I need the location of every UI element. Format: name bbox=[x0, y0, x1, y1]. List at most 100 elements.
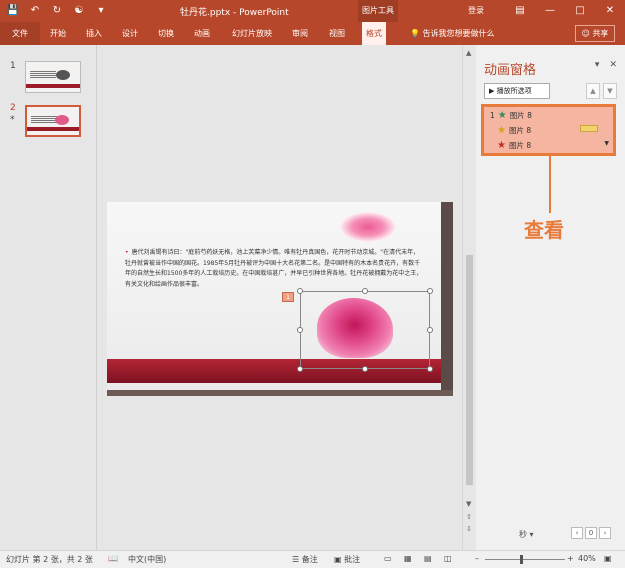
status-bar: 幻灯片 第 2 张，共 2 张 📖 中文(中国) ☰ 备注 ▣ 批注 ▭ ▦ ▤… bbox=[0, 550, 625, 568]
thumbnail-pane: 1 2 * bbox=[0, 45, 97, 550]
scroll-up-icon[interactable]: ▲ bbox=[466, 49, 471, 57]
scroll-left-icon[interactable]: ‹ bbox=[571, 527, 583, 539]
repeat-icon[interactable]: ☯ bbox=[72, 4, 86, 18]
animation-item[interactable]: ★ 图片 8 bbox=[497, 125, 531, 136]
undo-icon[interactable]: ↶ bbox=[28, 4, 42, 18]
zoom-in-icon[interactable]: + bbox=[567, 554, 574, 563]
tab-slideshow[interactable]: 幻灯片放映 bbox=[228, 22, 276, 45]
play-selected-button[interactable]: ▶ 播放所选项 bbox=[484, 83, 550, 99]
slide-body-text[interactable]: • 唐代刘禹锡有诗曰："庭前芍药妖无格，池上芙蕖净少情。唯有牡丹真国色，花开时节动… bbox=[125, 248, 425, 290]
resize-handle[interactable] bbox=[297, 327, 303, 333]
move-down-icon[interactable]: ▼ bbox=[603, 83, 617, 99]
slide-canvas: • 唐代刘禹锡有诗曰："庭前芍药妖无格，池上芙蕖净少情。唯有牡丹真国色，花开时节动… bbox=[97, 45, 462, 550]
customize-icon[interactable]: ▾ bbox=[94, 4, 108, 18]
lightbulb-icon: 💡 bbox=[410, 29, 423, 38]
notes-icon: ☰ bbox=[292, 555, 302, 564]
emphasis-star-icon: ★ bbox=[497, 125, 506, 136]
pane-options-icon[interactable]: ▾ bbox=[595, 60, 600, 70]
reorder-buttons: ▲ ▼ bbox=[586, 83, 617, 99]
scroll-down-icon[interactable]: ▼ bbox=[466, 500, 471, 508]
play-icon: ▶ bbox=[489, 87, 497, 95]
zoom-slider[interactable] bbox=[485, 559, 565, 560]
body-text: 唐代刘禹锡有诗曰："庭前芍药妖无格，池上芙蕖净少情。唯有牡丹真国色，花开时节动京… bbox=[125, 249, 423, 288]
tab-design[interactable]: 设计 bbox=[118, 22, 142, 45]
tab-format[interactable]: 格式 bbox=[362, 22, 386, 45]
zoom-slider-knob[interactable] bbox=[520, 555, 523, 564]
seconds-label: 秒 bbox=[519, 530, 527, 539]
tab-file[interactable]: 文件 bbox=[0, 22, 40, 45]
close-icon[interactable]: ✕ bbox=[595, 0, 625, 22]
thumbnail-band bbox=[27, 127, 79, 131]
bullet: • bbox=[125, 249, 129, 256]
fit-slide-icon[interactable]: ▣ bbox=[604, 554, 612, 563]
minimize-icon[interactable]: — bbox=[535, 0, 565, 22]
pane-close-icon[interactable]: ✕ bbox=[609, 60, 617, 70]
tab-view[interactable]: 视图 bbox=[325, 22, 349, 45]
quick-access-toolbar: 💾 ↶ ↻ ☯ ▾ bbox=[6, 4, 108, 18]
resize-handle[interactable] bbox=[427, 366, 433, 372]
zoom-out-icon[interactable]: – bbox=[475, 554, 479, 563]
move-up-icon[interactable]: ▲ bbox=[586, 83, 600, 99]
timeline-zero[interactable]: 0 bbox=[585, 527, 597, 539]
resize-handle[interactable] bbox=[297, 288, 303, 294]
spellcheck-icon[interactable]: 📖 bbox=[108, 554, 118, 563]
animation-item[interactable]: 1 ★ 图片 8 bbox=[490, 110, 532, 121]
thumbnail-text bbox=[31, 116, 57, 124]
entrance-star-icon: ★ bbox=[497, 110, 507, 121]
comments-button[interactable]: ▣ 批注 bbox=[334, 554, 360, 565]
scroll-right-icon[interactable]: › bbox=[599, 527, 611, 539]
slide-sorter-icon[interactable]: ▦ bbox=[404, 554, 412, 563]
ribbon-tabs: 文件 开始 插入 设计 切换 动画 幻灯片放映 审阅 视图 格式 💡 告诉我您想… bbox=[0, 22, 625, 45]
resize-handle[interactable] bbox=[427, 327, 433, 333]
resize-handle[interactable] bbox=[427, 288, 433, 294]
tell-me-input[interactable]: 💡 告诉我您想要做什么 bbox=[410, 22, 495, 45]
normal-view-icon[interactable]: ▭ bbox=[384, 554, 392, 563]
zoom-level[interactable]: 40% bbox=[578, 554, 596, 563]
pane-footer: 秒 ▾ ‹ 0 › bbox=[476, 521, 625, 550]
workspace: 1 2 * • 唐代刘禹锡有诗曰："庭前芍药妖无格，池上芙蕖净少情。唯有牡丹真国色… bbox=[0, 45, 625, 550]
resize-handle[interactable] bbox=[297, 366, 303, 372]
share-button[interactable]: ☺ 共享 bbox=[575, 25, 615, 42]
restore-ribbon-icon[interactable]: ▤ bbox=[505, 0, 535, 22]
animation-label: 图片 8 bbox=[508, 126, 532, 135]
notes-label: 备注 bbox=[301, 555, 318, 564]
notes-button[interactable]: ☰ 备注 bbox=[292, 554, 318, 565]
tab-review[interactable]: 审阅 bbox=[288, 22, 312, 45]
window-controls: ▤ — □ ✕ bbox=[505, 0, 625, 22]
timing-bar[interactable] bbox=[580, 125, 598, 132]
order-number: 1 bbox=[490, 111, 495, 120]
reading-view-icon[interactable]: ▤ bbox=[424, 554, 432, 563]
play-label: 播放所选项 bbox=[496, 87, 532, 95]
animation-order-tag[interactable]: 1 bbox=[282, 292, 294, 302]
pane-controls: ▾ ✕ bbox=[595, 60, 617, 70]
resize-handle[interactable] bbox=[362, 288, 368, 294]
tab-animations[interactable]: 动画 bbox=[190, 22, 214, 45]
slide-thumbnail-2[interactable] bbox=[25, 105, 81, 137]
login-link[interactable]: 登录 bbox=[468, 5, 484, 16]
scrollbar-thumb[interactable] bbox=[466, 255, 473, 485]
redo-icon[interactable]: ↻ bbox=[50, 4, 64, 18]
tell-me-label: 告诉我您想要做什么 bbox=[422, 29, 495, 38]
slide-thumbnail-1[interactable] bbox=[25, 61, 81, 93]
slide[interactable]: • 唐代刘禹锡有诗曰："庭前芍药妖无格，池上芙蕖净少情。唯有牡丹真国色，花开时节动… bbox=[107, 202, 453, 396]
tab-home[interactable]: 开始 bbox=[46, 22, 70, 45]
maximize-icon[interactable]: □ bbox=[565, 0, 595, 22]
item-dropdown-icon[interactable]: ▼ bbox=[604, 140, 609, 147]
thumbnail-number: 2 bbox=[10, 103, 16, 113]
language-status[interactable]: 中文(中国) bbox=[128, 554, 166, 565]
next-slide-icon[interactable]: ⇩ bbox=[466, 525, 472, 533]
animation-item[interactable]: ★ 图片 8 bbox=[497, 140, 531, 151]
tab-insert[interactable]: 插入 bbox=[82, 22, 106, 45]
resize-handle[interactable] bbox=[362, 366, 368, 372]
slideshow-view-icon[interactable]: ◫ bbox=[444, 554, 452, 563]
slide-bottom-decoration bbox=[107, 390, 453, 396]
peony-small-image[interactable] bbox=[340, 212, 396, 242]
animation-label: 图片 8 bbox=[508, 141, 532, 150]
seconds-dropdown[interactable]: 秒 ▾ bbox=[519, 529, 534, 540]
slide-counter: 幻灯片 第 2 张，共 2 张 bbox=[6, 555, 93, 564]
save-icon[interactable]: 💾 bbox=[6, 4, 20, 18]
tab-transitions[interactable]: 切换 bbox=[154, 22, 178, 45]
vertical-scrollbar[interactable]: ▲ ▼ ⇧ ⇩ bbox=[462, 45, 475, 550]
prev-slide-icon[interactable]: ⇧ bbox=[466, 513, 472, 521]
callout-line bbox=[549, 155, 551, 213]
